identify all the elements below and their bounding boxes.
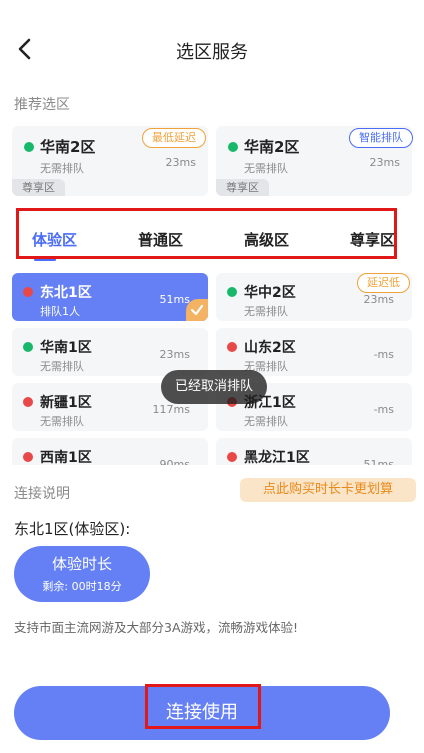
status-dot-icon <box>227 452 237 462</box>
selected-check-icon <box>186 299 208 321</box>
server-name: 东北1区 <box>40 285 92 301</box>
server-name: 华南1区 <box>40 340 92 356</box>
header: 选区服务 <box>0 0 424 96</box>
server-card-selected[interactable]: 东北1区 排队1人 51ms <box>12 273 208 321</box>
status-dot-icon <box>227 342 237 352</box>
tab-advanced-zone[interactable]: 高级区 <box>244 229 289 250</box>
connection-description: 支持市面主流网游及大部分3A游戏，流畅游戏体验! <box>14 620 299 635</box>
queue-status: 无需排队 <box>244 162 288 175</box>
ping-value: 23ms <box>159 348 190 361</box>
status-dot-icon <box>23 452 33 462</box>
page-title: 选区服务 <box>176 42 248 63</box>
queue-status: 无需排队 <box>244 305 288 318</box>
status-dot-icon <box>23 287 33 297</box>
status-dot-icon <box>227 287 237 297</box>
status-dot-icon <box>23 397 33 407</box>
trial-duration-title: 体验时长 <box>51 555 112 573</box>
tab-normal-zone[interactable]: 普通区 <box>138 229 183 250</box>
selected-server-title: 东北1区(体验区): <box>14 520 131 538</box>
tab-trial-zone[interactable]: 体验区 <box>32 229 77 250</box>
ping-value: 23ms <box>165 156 196 169</box>
ping-value: 23ms <box>369 156 400 169</box>
queue-status: 排队1人 <box>40 305 80 318</box>
ping-value: 23ms <box>363 293 394 306</box>
buy-time-card-banner[interactable]: 点此购买时长卡更划算 <box>240 478 416 502</box>
tier-tag: 尊享区 <box>12 179 65 196</box>
ping-value: -ms <box>373 348 394 361</box>
ping-value: 51ms <box>159 293 190 306</box>
connect-button[interactable]: 连接使用 <box>14 686 390 740</box>
queue-status: 无需排队 <box>40 360 84 373</box>
recommended-server-card[interactable]: 华南2区 无需排队 23ms 尊享区 最低延迟 <box>12 126 208 196</box>
zone-tabs: 体验区 普通区 高级区 尊享区 <box>10 206 418 264</box>
server-name: 山东2区 <box>244 340 296 356</box>
server-card[interactable]: 华南1区 无需排队 23ms <box>12 328 208 376</box>
toast-message: 已经取消排队 <box>161 370 267 404</box>
low-latency-badge: 延迟低 <box>357 273 410 293</box>
server-card[interactable]: 山东2区 无需排队 -ms <box>216 328 412 376</box>
lowest-latency-badge: 最低延迟 <box>142 128 206 148</box>
tab-premium-zone[interactable]: 尊享区 <box>350 229 395 250</box>
server-name: 华中2区 <box>244 285 296 301</box>
queue-status: 无需排队 <box>40 162 84 175</box>
recommended-section-label: 推荐选区 <box>14 97 70 113</box>
server-name: 华南2区 <box>244 138 300 156</box>
recommended-server-card[interactable]: 华南2区 无需排队 23ms 尊享区 智能排队 <box>216 126 413 196</box>
connection-info-label: 连接说明 <box>14 486 70 502</box>
server-name: 黑龙江1区 <box>244 450 310 466</box>
active-tab-indicator <box>34 258 56 261</box>
ping-value: -ms <box>373 403 394 416</box>
status-dot-icon <box>23 342 33 352</box>
tier-tag: 尊享区 <box>216 179 269 196</box>
smart-queue-badge: 智能排队 <box>349 128 413 148</box>
server-name: 华南2区 <box>40 138 96 156</box>
status-dot-icon <box>24 142 34 152</box>
server-name: 西南1区 <box>40 450 92 466</box>
status-dot-icon <box>228 142 238 152</box>
queue-status: 无需排队 <box>40 415 84 428</box>
server-name: 新疆1区 <box>40 395 92 411</box>
queue-status: 无需排队 <box>244 415 288 428</box>
trial-duration-pill[interactable]: 体验时长 剩余: 00时18分 <box>14 546 150 602</box>
server-card[interactable]: 华中2区 无需排队 23ms 延迟低 <box>216 273 412 321</box>
trial-remaining-time: 剩余: 00时18分 <box>42 580 122 593</box>
ping-value: 117ms <box>152 403 190 416</box>
